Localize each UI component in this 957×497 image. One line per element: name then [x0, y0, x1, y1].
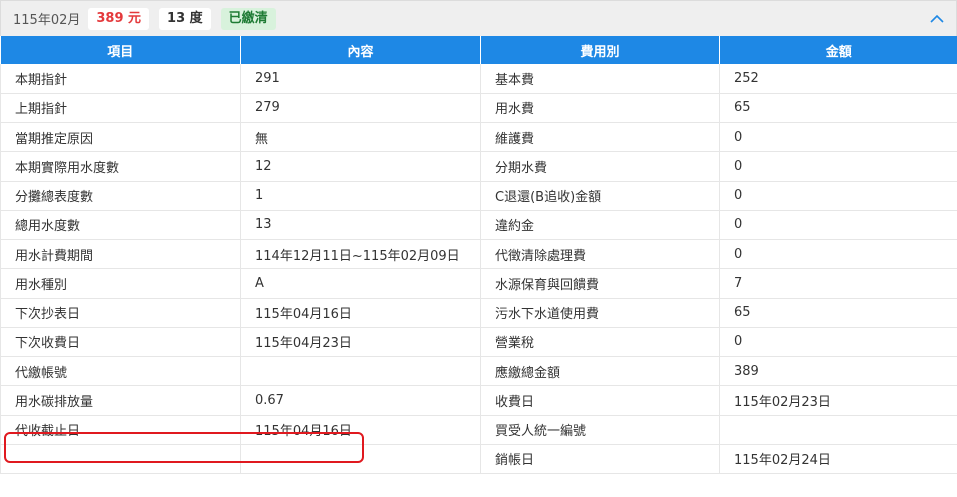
amount-cell: 0 — [719, 327, 957, 358]
amount-cell: 0 — [719, 122, 957, 153]
fee-type-cell: 收費日 — [480, 385, 720, 416]
item-cell: 用水碳排放量 — [0, 385, 241, 416]
amount-cell: 252 — [719, 64, 957, 94]
fee-type-cell: 污水下水道使用費 — [480, 298, 720, 328]
table-row: 用水種別 A 水源保育與回饋費 7 — [0, 268, 957, 299]
content-cell: A — [240, 268, 481, 299]
amount-cell — [719, 415, 957, 445]
content-cell: 115年04月16日 — [240, 298, 481, 328]
fee-type-cell: 分期水費 — [480, 151, 720, 182]
content-cell — [240, 444, 481, 475]
amount-cell: 389 — [719, 356, 957, 387]
item-cell: 用水種別 — [0, 268, 241, 299]
content-cell: 1 — [240, 181, 481, 211]
bill-detail-table: 項目 內容 費用別 金額 本期指針 291 基本費 252 上期指針 279 用… — [0, 36, 957, 475]
fee-type-cell: 買受人統一編號 — [480, 415, 720, 445]
table-row: 用水碳排放量 0.67 收費日 115年02月23日 — [0, 385, 957, 416]
table-row: 本期實際用水度數 12 分期水費 0 — [0, 151, 957, 182]
item-cell — [0, 444, 241, 475]
item-cell: 上期指針 — [0, 93, 241, 124]
billing-period: 115年02月 — [13, 13, 81, 28]
column-header-fee-type: 費用別 — [480, 36, 720, 64]
amount-cell: 115年02月23日 — [719, 385, 957, 416]
table-row: 分攤總表度數 1 C退還(B追收)金額 0 — [0, 181, 957, 211]
table-row: 本期指針 291 基本費 252 — [0, 64, 957, 94]
content-cell: 115年04月23日 — [240, 327, 481, 358]
amount-cell: 0 — [719, 210, 957, 241]
fee-type-cell: C退還(B追收)金額 — [480, 181, 720, 211]
table-row: 銷帳日 115年02月24日 — [0, 444, 957, 475]
fee-type-cell: 銷帳日 — [480, 444, 720, 475]
fee-type-cell: 應繳總金額 — [480, 356, 720, 387]
amount-cell: 7 — [719, 268, 957, 299]
item-cell: 當期推定原因 — [0, 122, 241, 153]
item-cell: 下次抄表日 — [0, 298, 241, 328]
fee-type-cell: 營業稅 — [480, 327, 720, 358]
content-cell: 114年12月11日~115年02月09日 — [240, 239, 481, 270]
item-cell: 總用水度數 — [0, 210, 241, 241]
amount-cell: 65 — [719, 93, 957, 124]
bill-summary-bar[interactable]: 115年02月 389 元 13 度 已繳清 — [0, 0, 957, 36]
table-row: 上期指針 279 用水費 65 — [0, 93, 957, 124]
chevron-up-icon — [930, 14, 944, 23]
item-cell: 分攤總表度數 — [0, 181, 241, 211]
content-cell: 0.67 — [240, 385, 481, 416]
amount-cell: 115年02月24日 — [719, 444, 957, 475]
content-cell: 115年04月16日 — [240, 415, 481, 445]
table-row: 總用水度數 13 違約金 0 — [0, 210, 957, 241]
content-cell: 無 — [240, 122, 481, 153]
table-header-row: 項目 內容 費用別 金額 — [0, 36, 957, 64]
amount-cell: 65 — [719, 298, 957, 328]
bill-amount-badge: 389 元 — [88, 7, 150, 30]
water-usage-badge: 13 度 — [159, 7, 211, 30]
content-cell — [240, 356, 481, 387]
column-header-content: 內容 — [240, 36, 481, 64]
fee-type-cell: 代徵清除處理費 — [480, 239, 720, 270]
fee-type-cell: 基本費 — [480, 64, 720, 94]
payment-status-badge: 已繳清 — [220, 7, 276, 30]
amount-cell: 0 — [719, 239, 957, 270]
column-header-item: 項目 — [0, 36, 241, 64]
fee-type-cell: 水源保育與回饋費 — [480, 268, 720, 299]
fee-type-cell: 違約金 — [480, 210, 720, 241]
item-cell: 本期指針 — [0, 64, 241, 94]
column-header-amount: 金額 — [719, 36, 957, 64]
fee-type-cell: 用水費 — [480, 93, 720, 124]
content-cell: 291 — [240, 64, 481, 94]
content-cell: 12 — [240, 151, 481, 182]
collapse-button[interactable] — [926, 7, 948, 29]
bill-detail-panel: 115年02月 389 元 13 度 已繳清 項目 內容 費用別 金額 本期指針… — [0, 0, 957, 497]
item-cell: 代收截止日 — [0, 415, 241, 445]
table-row: 用水計費期間 114年12月11日~115年02月09日 代徵清除處理費 0 — [0, 239, 957, 270]
item-cell: 下次收費日 — [0, 327, 241, 358]
item-cell: 用水計費期間 — [0, 239, 241, 270]
table-row: 下次抄表日 115年04月16日 污水下水道使用費 65 — [0, 298, 957, 328]
content-cell: 13 — [240, 210, 481, 241]
table-row: 代收截止日 115年04月16日 買受人統一編號 — [0, 415, 957, 445]
table-row: 下次收費日 115年04月23日 營業稅 0 — [0, 327, 957, 358]
content-cell: 279 — [240, 93, 481, 124]
amount-cell: 0 — [719, 181, 957, 211]
fee-type-cell: 維護費 — [480, 122, 720, 153]
table-row: 代繳帳號 應繳總金額 389 — [0, 356, 957, 387]
item-cell: 代繳帳號 — [0, 356, 241, 387]
item-cell: 本期實際用水度數 — [0, 151, 241, 182]
table-row: 當期推定原因 無 維護費 0 — [0, 122, 957, 153]
amount-cell: 0 — [719, 151, 957, 182]
